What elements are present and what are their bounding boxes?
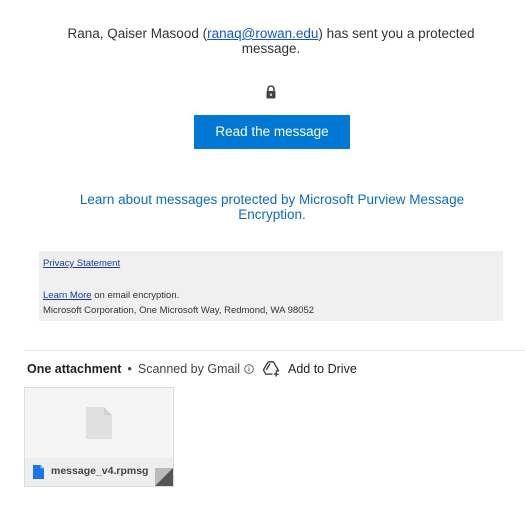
attachment-card[interactable]: message_v4.rpmsg bbox=[24, 387, 174, 487]
learn-more-link[interactable]: Learn More bbox=[43, 290, 92, 301]
attachments-header: One attachment • Scanned by Gmail bbox=[27, 361, 254, 377]
scanned-by-gmail-label: Scanned by Gmail bbox=[137, 362, 240, 376]
attachment-count: One attachment bbox=[27, 362, 122, 376]
learn-more-line: Learn More on email encryption. bbox=[43, 290, 179, 301]
sender-line: Rana, Qaiser Masood (ranaq@rowan.edu) ha… bbox=[40, 26, 502, 56]
encryption-footer: Privacy Statement Learn More on email en… bbox=[39, 251, 503, 321]
read-message-button[interactable]: Read the message bbox=[194, 115, 350, 149]
document-icon bbox=[86, 407, 112, 439]
email-body: Rana, Qaiser Masood (ranaq@rowan.edu) ha… bbox=[0, 0, 525, 506]
company-address: Microsoft Corporation, One Microsoft Way… bbox=[43, 305, 315, 316]
sender-name: Rana, Qaiser Masood bbox=[67, 26, 199, 41]
page-curl bbox=[155, 468, 173, 486]
file-icon bbox=[33, 465, 44, 479]
attachments-divider bbox=[24, 350, 525, 351]
learn-more-suffix: on email encryption. bbox=[91, 290, 180, 301]
attachment-preview bbox=[25, 388, 173, 458]
add-to-drive-label: Add to Drive bbox=[288, 362, 357, 376]
separator-dot: • bbox=[127, 362, 132, 376]
attachment-filename: message_v4.rpmsg bbox=[51, 465, 149, 477]
attachment-name-row: message_v4.rpmsg bbox=[25, 458, 173, 486]
add-to-drive-button[interactable]: Add to Drive bbox=[262, 359, 357, 379]
learn-about-encryption-link[interactable]: Learn about messages protected by Micros… bbox=[60, 192, 484, 222]
privacy-statement-link[interactable]: Privacy Statement bbox=[43, 258, 120, 269]
lock-icon bbox=[266, 85, 276, 99]
sender-open-paren: ( bbox=[198, 26, 208, 41]
sender-email-link[interactable]: ranaq@rowan.edu bbox=[207, 26, 318, 41]
add-to-drive-icon bbox=[262, 361, 280, 377]
info-icon[interactable] bbox=[244, 364, 254, 374]
